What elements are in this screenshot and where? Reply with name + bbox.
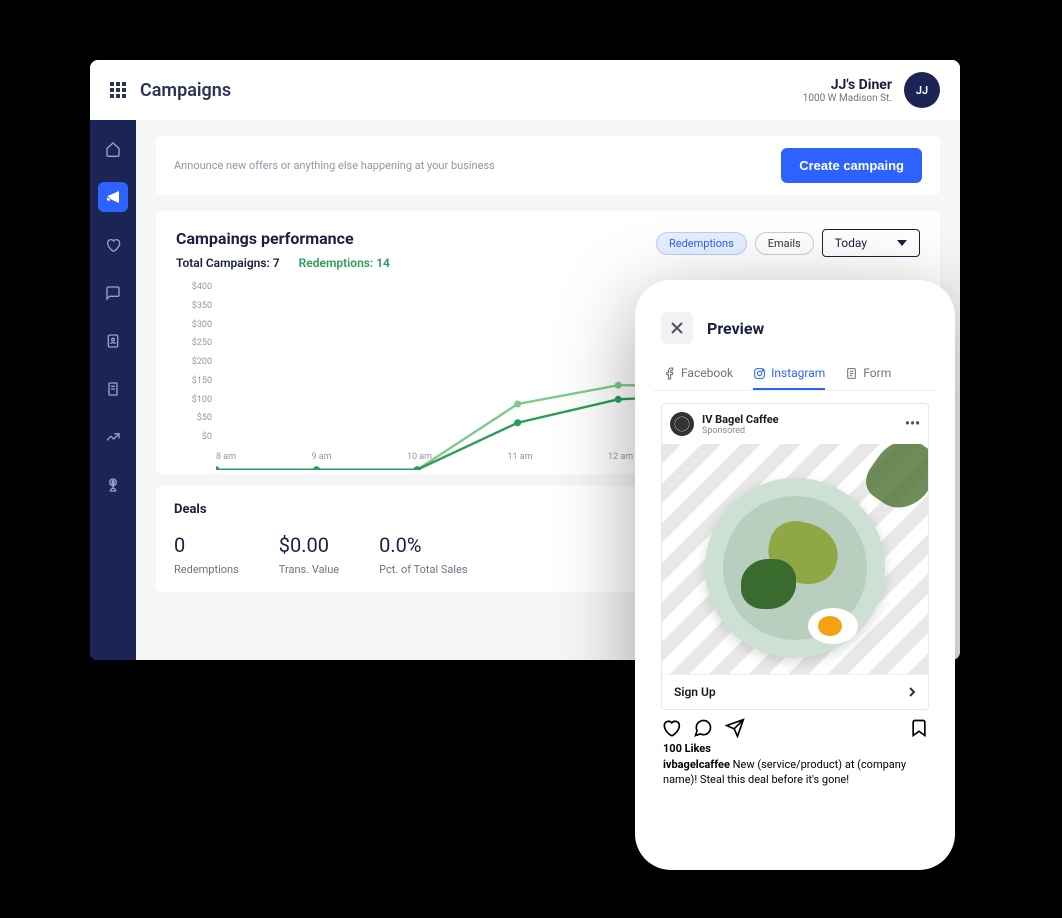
redemptions-stat: Redemptions: 14: [299, 256, 390, 270]
stat-block: 0 Redemptions: [174, 533, 239, 576]
announce-text: Announce new offers or anything else hap…: [174, 159, 495, 172]
topbar: Campaigns JJ's Diner 1000 W Madison St. …: [90, 60, 960, 120]
tab-form[interactable]: Form: [845, 366, 891, 390]
tab-instagram[interactable]: Instagram: [753, 366, 825, 390]
page-title: Campaigns: [140, 80, 231, 101]
x-tick: 9 am: [311, 452, 331, 462]
instagram-post: IV Bagel Caffee Sponsored ••• Sign Up: [661, 403, 929, 710]
tab-instagram-label: Instagram: [771, 366, 825, 380]
post-more-button[interactable]: •••: [905, 416, 920, 432]
avatar[interactable]: JJ: [904, 72, 940, 108]
y-tick: $0: [176, 432, 212, 442]
chip-redemptions[interactable]: Redemptions: [656, 232, 747, 255]
total-campaigns-stat: Total Campaigns: 7: [176, 256, 280, 270]
deals-card: Deals 0 Redemptions $0.00 Trans. Value 0.0% P…: [156, 486, 680, 592]
x-tick: 12 am: [608, 452, 633, 462]
announce-bar: Announce new offers or anything else hap…: [156, 136, 940, 195]
post-sponsored-label: Sponsored: [702, 426, 779, 436]
y-tick: $300: [176, 320, 212, 330]
chevron-down-icon: [897, 240, 907, 246]
post-likes: 100 Likes: [653, 742, 937, 755]
date-range-select[interactable]: Today: [822, 229, 920, 257]
sidebar-item-messages[interactable]: [98, 278, 128, 308]
comment-icon[interactable]: [693, 718, 713, 738]
y-tick: $200: [176, 357, 212, 367]
create-campaign-button[interactable]: Create campaing: [781, 148, 922, 183]
post-account-name: IV Bagel Caffee: [702, 413, 779, 426]
y-tick: $400: [176, 282, 212, 292]
chip-emails[interactable]: Emails: [755, 232, 814, 255]
y-tick: $150: [176, 376, 212, 386]
sidebar-item-documents[interactable]: [98, 374, 128, 404]
sidebar-item-favorites[interactable]: [98, 230, 128, 260]
tab-facebook-label: Facebook: [681, 366, 733, 380]
company-address: 1000 W Madison St.: [803, 93, 892, 104]
close-icon: [670, 321, 684, 335]
sidebar: $: [90, 120, 136, 660]
sidebar-item-billing[interactable]: $: [98, 470, 128, 500]
post-cta-button[interactable]: Sign Up: [662, 674, 928, 709]
svg-text:$: $: [112, 479, 115, 486]
facebook-icon: [663, 367, 676, 380]
instagram-icon: [753, 367, 766, 380]
post-actions: [661, 710, 929, 742]
company-info: JJ's Diner 1000 W Madison St.: [803, 77, 892, 104]
y-tick: $100: [176, 395, 212, 405]
sidebar-item-home[interactable]: [98, 134, 128, 164]
bookmark-icon[interactable]: [909, 718, 929, 738]
post-avatar[interactable]: [670, 412, 694, 436]
stat-value: $0.00: [279, 533, 339, 557]
x-tick: 10 am: [407, 452, 432, 462]
sidebar-item-analytics[interactable]: [98, 422, 128, 452]
preview-header: Preview: [653, 298, 937, 358]
x-tick: 8 am: [216, 452, 236, 462]
phone-preview: Preview Facebook Instagram Form IV Bagel…: [635, 280, 955, 870]
stat-label: Pct. of Total Sales: [379, 563, 467, 576]
close-preview-button[interactable]: [661, 312, 693, 344]
sidebar-item-campaigns[interactable]: [98, 182, 128, 212]
form-icon: [845, 367, 858, 380]
post-image: [662, 444, 928, 674]
stat-block: 0.0% Pct. of Total Sales: [379, 533, 467, 576]
tab-facebook[interactable]: Facebook: [663, 366, 733, 390]
stat-label: Trans. Value: [279, 563, 339, 576]
preview-tabs: Facebook Instagram Form: [653, 358, 937, 391]
date-range-label: Today: [835, 236, 867, 250]
apps-grid-icon[interactable]: [110, 82, 126, 98]
chevron-right-icon: [908, 686, 916, 698]
stat-label: Redemptions: [174, 563, 239, 576]
sidebar-item-contacts[interactable]: [98, 326, 128, 356]
preview-title: Preview: [707, 319, 764, 338]
company-name: JJ's Diner: [803, 77, 892, 93]
post-cta-label: Sign Up: [674, 685, 716, 699]
share-icon[interactable]: [725, 718, 745, 738]
x-tick: 11 am: [507, 452, 532, 462]
stat-value: 0: [174, 533, 239, 557]
stat-value: 0.0%: [379, 533, 467, 557]
performance-title: Campaings performance: [176, 229, 390, 248]
y-tick: $250: [176, 338, 212, 348]
tab-form-label: Form: [863, 366, 891, 380]
post-handle: ivbagelcaffee: [663, 758, 730, 771]
y-tick: $50: [176, 413, 212, 423]
stat-block: $0.00 Trans. Value: [279, 533, 339, 576]
deals-title: Deals: [174, 502, 662, 517]
heart-icon[interactable]: [661, 718, 681, 738]
post-caption: ivbagelcaffee New (service/product) at (…: [653, 755, 937, 796]
y-tick: $350: [176, 301, 212, 311]
